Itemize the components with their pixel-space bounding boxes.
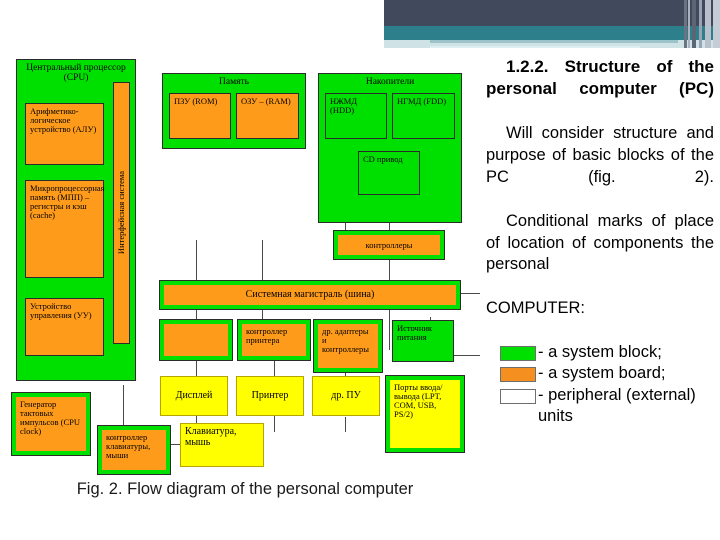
memory-ram-box: ОЗУ – (RAM) xyxy=(236,93,299,139)
cpu-control-unit-box: Устройство управления (УУ) xyxy=(25,298,104,356)
header-stripe-1 xyxy=(688,0,690,48)
legend-swatch-white-icon xyxy=(500,388,536,404)
io-ports-box: Порты ввода/вывода (LPT, COM, USB, PS/2) xyxy=(385,375,465,453)
header-stripe-3 xyxy=(699,0,702,48)
drives-fdd-box: НГМД (FDD) xyxy=(392,93,455,139)
connector-adapters-other xyxy=(345,417,346,432)
system-bus-box: Системная магистраль (шина) xyxy=(159,280,461,310)
paragraph-3: COMPUTER: xyxy=(486,299,585,318)
header-stripe-4 xyxy=(705,0,711,48)
text-column: 1.2.2. Structure of the personal compute… xyxy=(486,56,714,428)
header-bar-dark xyxy=(384,0,720,26)
header-stripe-2 xyxy=(692,0,696,48)
paragraph-1: Will consider structure and purpose of b… xyxy=(486,124,714,187)
cpu-interface-system-label: Интерфейсная система xyxy=(116,171,126,255)
cpu-mpp-box: Микропроцессорная память (МПП) – регистр… xyxy=(25,180,105,278)
keyboard-mouse-box: Клавиатура, мышь xyxy=(180,423,264,467)
header-stripe-0 xyxy=(684,0,687,48)
memory-block-title: Память xyxy=(219,77,249,87)
display-box: Дисплей xyxy=(160,376,228,416)
drives-hdd-box: НЖМД (HDD) xyxy=(325,93,387,139)
legend-label-system-block: - a system block; xyxy=(538,342,662,361)
connector-kbdctrl-up xyxy=(123,410,124,427)
legend-item-peripheral: - peripheral (external) units xyxy=(486,385,714,428)
legend-swatch-orange-icon xyxy=(500,367,536,383)
legend-item-system-board: - a system board; xyxy=(486,363,714,384)
power-supply-box: Источник питания xyxy=(392,320,454,362)
cpu-clock-box: Генератор тактовых импульсов (CPU clock) xyxy=(11,392,91,456)
legend-label-peripheral: - peripheral (external) units xyxy=(538,385,696,426)
section-heading: 1.2.2. Structure of the personal compute… xyxy=(486,57,714,99)
other-adapters-box: др. адаптеры и контроллеры xyxy=(313,319,383,373)
video-controller-box xyxy=(159,319,233,361)
figure-caption: Fig. 2. Flow diagram of the personal com… xyxy=(76,480,414,498)
pc-flow-diagram: Центральный процессор (CPU) Арифметико-л… xyxy=(0,55,480,475)
legend-swatch-green-icon xyxy=(500,345,536,361)
controllers-box: контроллеры xyxy=(333,230,445,260)
printer-controller-box: контроллер принтера xyxy=(237,319,311,361)
cpu-alu-box: Арифметико-логическое устройство (АЛУ) xyxy=(25,103,104,165)
header-bar-teal xyxy=(384,26,720,40)
header-stripe-5 xyxy=(713,0,720,48)
legend-item-system-block: - a system block; xyxy=(486,342,714,363)
printer-box: Принтер xyxy=(236,376,304,416)
cpu-interface-system-bar: Интерфейсная система xyxy=(113,82,130,344)
legend-label-system-board: - a system board; xyxy=(538,364,666,383)
drives-block-title: Накопители xyxy=(365,77,415,87)
cpu-block-title: Центральный процессор (CPU) xyxy=(26,63,126,84)
other-peripherals-box: др. ПУ xyxy=(312,376,380,416)
keyboard-mouse-controller-box: контроллер клавиатуры, мыши xyxy=(97,425,171,475)
header-rule-lower xyxy=(430,46,640,48)
drives-cd-box: CD привод xyxy=(358,151,420,195)
paragraph-2: Conditional marks of place of location o… xyxy=(486,211,714,274)
header-rule-upper xyxy=(430,40,678,43)
memory-rom-box: ПЗУ (ROM) xyxy=(169,93,231,139)
